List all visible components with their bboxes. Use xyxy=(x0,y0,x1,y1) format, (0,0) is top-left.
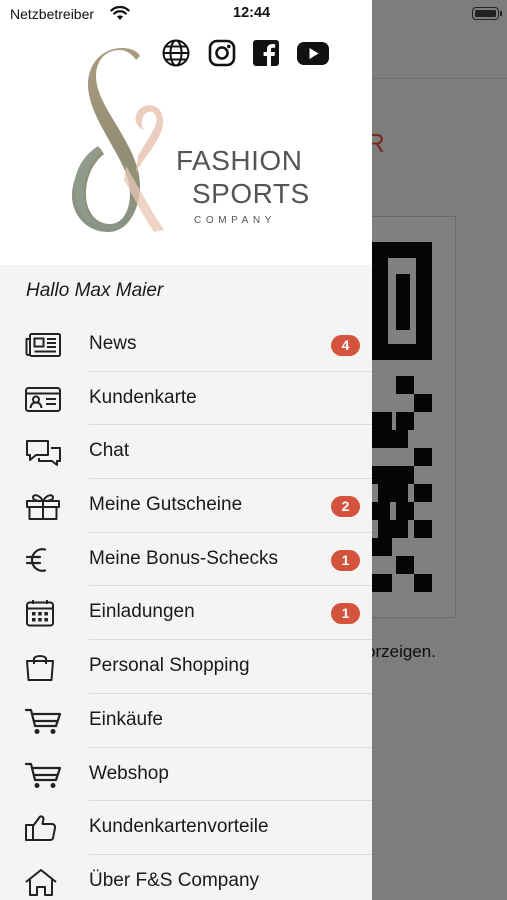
battery-icon xyxy=(472,7,499,20)
notification-badge: 1 xyxy=(331,549,360,571)
menu-label: Kundenkartenvorteile xyxy=(89,816,269,838)
brand-line-company: COMPANY xyxy=(194,215,277,226)
user-greeting: Hallo Max Maier xyxy=(26,280,164,301)
carrier-label: Netzbetreiber xyxy=(10,6,95,22)
gift-icon xyxy=(26,494,60,521)
menu-item-einladungen[interactable]: Einladungen 1 xyxy=(0,586,372,641)
thumbs-up-icon xyxy=(25,815,57,842)
clock: 12:44 xyxy=(233,5,271,21)
chat-icon xyxy=(26,440,61,467)
instagram-icon[interactable] xyxy=(208,38,236,68)
wifi-icon xyxy=(110,5,130,20)
home-icon xyxy=(25,868,57,896)
drawer-header: FASHION SPORTS COMPANY xyxy=(0,0,372,265)
notification-badge: 1 xyxy=(331,603,360,625)
menu-label: Meine Bonus-Schecks xyxy=(89,547,279,569)
id-card-icon xyxy=(25,386,61,412)
menu-label: Chat xyxy=(89,440,130,462)
background-instruction-text: orzeigen. xyxy=(366,642,436,661)
facebook-icon[interactable] xyxy=(252,38,280,68)
navigation-drawer: FASHION SPORTS COMPANY Hallo Max Maier N… xyxy=(0,0,372,900)
menu-item-ueber-fs-company[interactable]: Über F&S Company xyxy=(0,855,372,900)
menu-label: Meine Gutscheine xyxy=(89,494,243,516)
menu-item-gutscheine[interactable]: Meine Gutscheine 2 xyxy=(0,479,372,533)
menu-item-einkaeufe[interactable]: Einkäufe xyxy=(0,694,372,748)
menu-item-bonus-schecks[interactable]: Meine Bonus-Schecks 1 xyxy=(0,533,372,587)
calendar-icon xyxy=(26,600,54,627)
menu-label: Über F&S Company xyxy=(89,869,260,891)
menu-label: Webshop xyxy=(89,762,169,784)
brand-line-fashion: FASHION xyxy=(176,145,303,176)
menu-label: Kundenkarte xyxy=(89,386,197,408)
menu-item-kundenkartenvorteile[interactable]: Kundenkartenvorteile xyxy=(0,801,372,855)
battery-tip xyxy=(500,11,502,16)
menu-label: News xyxy=(89,333,137,354)
menu-item-personal-shopping[interactable]: Personal Shopping xyxy=(0,640,372,694)
menu-item-kundenkarte[interactable]: Kundenkarte xyxy=(0,372,372,426)
notification-badge: 4 xyxy=(331,335,360,356)
brand-line-sports: SPORTS xyxy=(192,178,310,209)
menu-item-news[interactable]: News 4 xyxy=(0,318,372,372)
status-bar: Netzbetreiber 12:44 xyxy=(0,0,507,28)
cart-icon xyxy=(24,762,62,788)
menu-label: Personal Shopping xyxy=(89,655,250,677)
background-divider xyxy=(372,78,507,79)
newspaper-icon xyxy=(25,333,61,357)
notification-badge: 2 xyxy=(331,496,360,518)
cart-icon xyxy=(24,708,62,734)
youtube-icon[interactable] xyxy=(296,38,330,68)
euro-icon xyxy=(25,547,47,572)
menu-label: Einkäufe xyxy=(89,708,163,730)
fashion-sports-logo xyxy=(72,48,164,232)
menu-item-webshop[interactable]: Webshop xyxy=(0,748,372,802)
menu-label: Einladungen xyxy=(89,601,195,623)
menu-item-chat[interactable]: Chat xyxy=(0,425,372,480)
menu-list: News 4 Kundenkarte Chat Meine Gutscheine… xyxy=(0,318,372,900)
shopping-bag-icon xyxy=(26,655,54,682)
